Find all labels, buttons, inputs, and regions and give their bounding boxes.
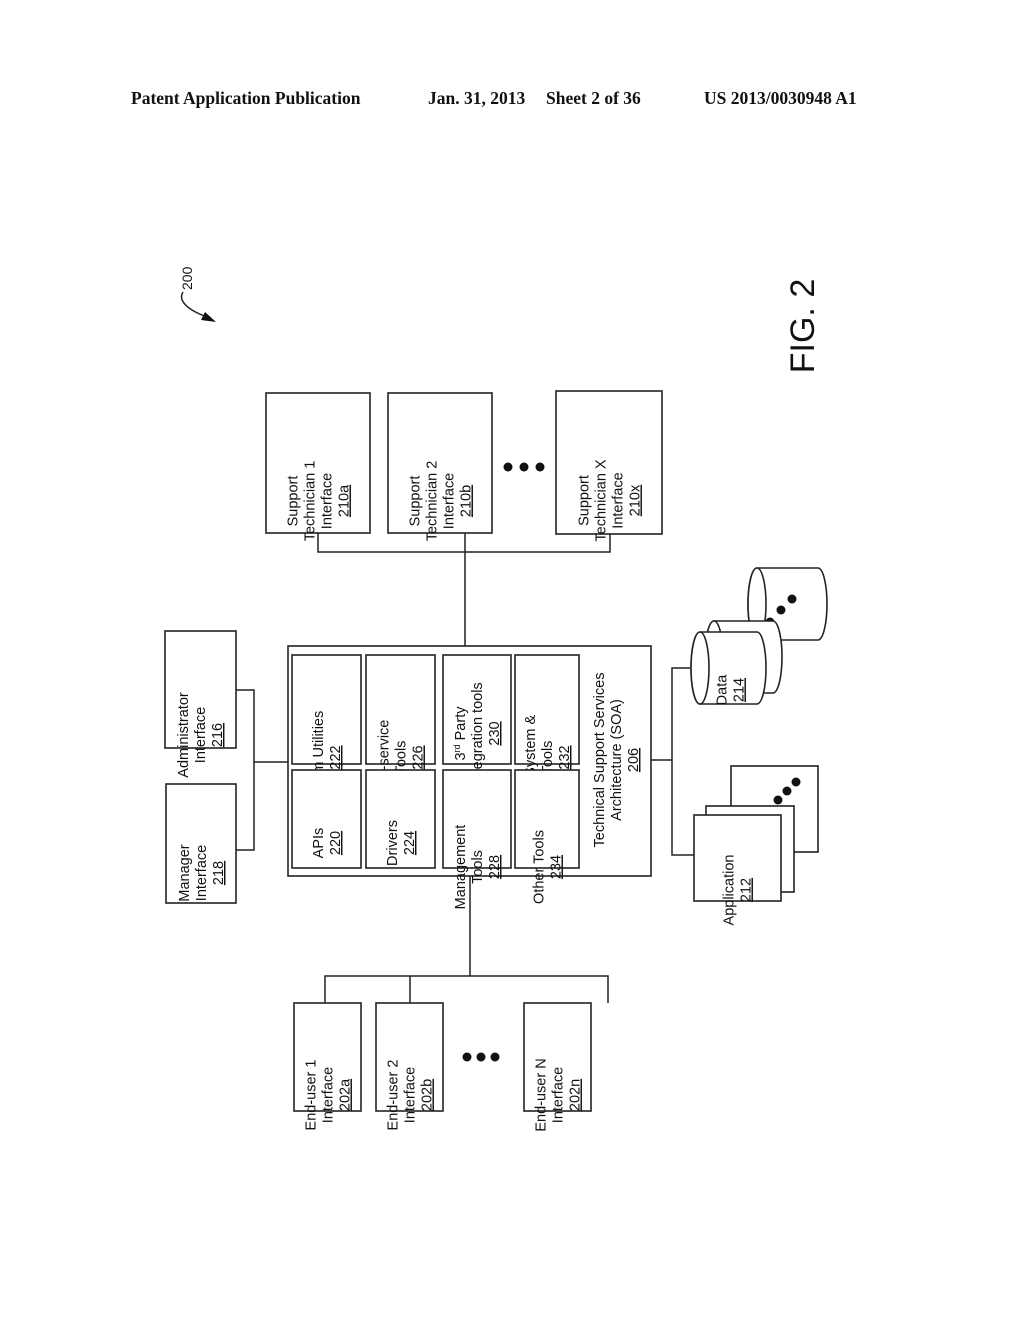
ellipsis-dot-icon bbox=[476, 1052, 486, 1062]
ellipsis-dot-icon bbox=[535, 462, 545, 472]
ellipsis-dot-icon bbox=[519, 462, 529, 472]
end-user-ellipsis bbox=[462, 1052, 500, 1062]
soa-module-ref: 232 bbox=[557, 745, 573, 769]
soa-module-label-line: APIs bbox=[311, 828, 327, 859]
application-ref: 212 bbox=[739, 878, 755, 902]
support-technician-label-line: Support bbox=[577, 475, 593, 526]
support-technician-label-line: Support bbox=[408, 476, 424, 527]
ellipsis-dot-icon bbox=[776, 605, 786, 615]
data-label: Data 214 bbox=[715, 674, 748, 706]
ellipsis-dot-icon bbox=[787, 594, 797, 604]
soa-module-ref: 228 bbox=[487, 855, 503, 879]
support-technician-2[interactable]: Support Technician 2 Interface 210b bbox=[387, 392, 493, 542]
soa-module-ref: 224 bbox=[402, 831, 418, 855]
administrator-label-line: Interface bbox=[193, 707, 209, 763]
manager-label-line: Interface bbox=[194, 845, 210, 901]
support-technician-ref: 210b bbox=[459, 485, 475, 517]
soa-module-label-line: Other Tools bbox=[532, 830, 548, 904]
end-user-ref: 202n bbox=[568, 1079, 584, 1111]
data-label-line: Data bbox=[715, 674, 731, 706]
soa-label-line: Technical Support Services bbox=[592, 673, 608, 848]
soa-module-224[interactable]: Drivers 224 bbox=[365, 769, 436, 869]
ellipsis-dot-icon bbox=[462, 1052, 472, 1062]
end-user-label-line: Interface bbox=[321, 1067, 337, 1123]
support-technician-label-line: Technician 2 bbox=[425, 461, 441, 542]
support-technician-label-line: Interface bbox=[442, 473, 458, 529]
application-stack: Application 212 bbox=[693, 765, 819, 926]
system-diagram: 200 FIG. 2 Support Technician 1 Interface 2… bbox=[164, 266, 828, 1132]
application-label-line: Application bbox=[722, 855, 738, 926]
connector-admin-manager bbox=[236, 689, 288, 851]
data-cylinder-front[interactable]: Data 214 bbox=[690, 631, 767, 706]
technician-ellipsis bbox=[503, 462, 545, 472]
ellipsis-dot-icon bbox=[490, 1052, 500, 1062]
soa-module-ref: 222 bbox=[328, 745, 344, 769]
end-user-label-line: Interface bbox=[403, 1067, 419, 1123]
soa-architecture: Technical Support Services Architecture (… bbox=[287, 645, 652, 910]
end-user-3[interactable]: End-user N Interface 202n bbox=[523, 1002, 592, 1132]
ellipsis-dot-icon bbox=[503, 462, 513, 472]
manager-label-line: Manager bbox=[177, 844, 193, 901]
soa-container[interactable]: Technical Support Services Architecture (… bbox=[287, 645, 652, 910]
soa-module-ref: 220 bbox=[328, 831, 344, 855]
support-technician-label-line: Interface bbox=[320, 473, 336, 529]
soa-module-220[interactable]: APIs 220 bbox=[291, 769, 362, 869]
manager-interface[interactable]: Manager Interface 218 bbox=[165, 783, 237, 904]
support-technician-label-line: Technician X bbox=[594, 459, 610, 542]
support-technician-ref: 210a bbox=[337, 484, 353, 517]
administrator-interface[interactable]: Administrator Interface 216 bbox=[164, 630, 237, 778]
data-ref: 214 bbox=[732, 678, 748, 702]
application-page-front[interactable]: Application 212 bbox=[693, 814, 782, 926]
end-user-label-line: End-user 1 bbox=[304, 1060, 320, 1131]
soa-module-label: APIs 220 bbox=[311, 828, 344, 859]
soa-module-ref: 230 bbox=[487, 721, 503, 745]
support-technician-label-line: Interface bbox=[611, 472, 627, 528]
figure-reference-200: 200 bbox=[179, 266, 216, 322]
end-user-ref: 202a bbox=[338, 1078, 354, 1111]
end-user-1[interactable]: End-user 1 Interface 202a bbox=[293, 1002, 362, 1131]
ellipsis-dot-icon bbox=[773, 795, 783, 805]
end-user-interfaces: End-user 1 Interface 202a End-user 2 Interfa… bbox=[293, 1002, 592, 1132]
end-user-label-line: End-user 2 bbox=[386, 1060, 402, 1131]
data-store: Data 214 bbox=[690, 567, 828, 706]
soa-label-line: Architecture (SOA) bbox=[609, 699, 625, 821]
soa-module-234[interactable]: Other Tools 234 bbox=[514, 769, 580, 904]
soa-module-ref: 234 bbox=[549, 855, 565, 879]
soa-module-label-line: Management bbox=[453, 825, 469, 910]
ellipsis-dot-icon bbox=[782, 786, 792, 796]
support-technician-1[interactable]: Support Technician 1 Interface 210a bbox=[265, 392, 371, 542]
support-technician-label-line: Technician 1 bbox=[303, 461, 319, 542]
ref-arrowhead-icon bbox=[201, 312, 216, 322]
soa-ref: 206 bbox=[626, 748, 642, 772]
ellipsis-dot-icon bbox=[791, 777, 801, 787]
soa-module-228[interactable]: Management Tools 228 bbox=[442, 769, 512, 910]
administrator-manager-interfaces: Administrator Interface 216Manager Interfac… bbox=[164, 630, 237, 904]
support-technician-label-line: Support bbox=[286, 476, 302, 527]
soa-module-label-line: Drivers bbox=[385, 820, 401, 866]
manager-ref: 218 bbox=[211, 861, 227, 885]
soa-module-ref: 226 bbox=[411, 745, 427, 769]
administrator-label-line: Administrator bbox=[176, 692, 192, 778]
connector-support-bus bbox=[317, 533, 611, 646]
soa-module-label-line: Tools bbox=[470, 850, 486, 884]
application-front-box[interactable] bbox=[693, 814, 782, 902]
end-user-label-line: Interface bbox=[551, 1067, 567, 1123]
end-user-2[interactable]: End-user 2 Interface 202b bbox=[375, 1002, 444, 1131]
end-user-ref: 202b bbox=[420, 1079, 436, 1111]
support-technician-ref: 210x bbox=[628, 484, 644, 516]
support-technician-interfaces: Support Technician 1 Interface 210a Support T… bbox=[265, 390, 663, 542]
figure-ref-number: 200 bbox=[179, 266, 195, 290]
connector-storage bbox=[651, 667, 694, 856]
support-technician-3[interactable]: Support Technician X Interface 210x bbox=[555, 390, 663, 542]
administrator-ref: 216 bbox=[210, 723, 226, 747]
figure-label: FIG. 2 bbox=[784, 279, 822, 373]
end-user-label-line: End-user N bbox=[534, 1058, 550, 1131]
